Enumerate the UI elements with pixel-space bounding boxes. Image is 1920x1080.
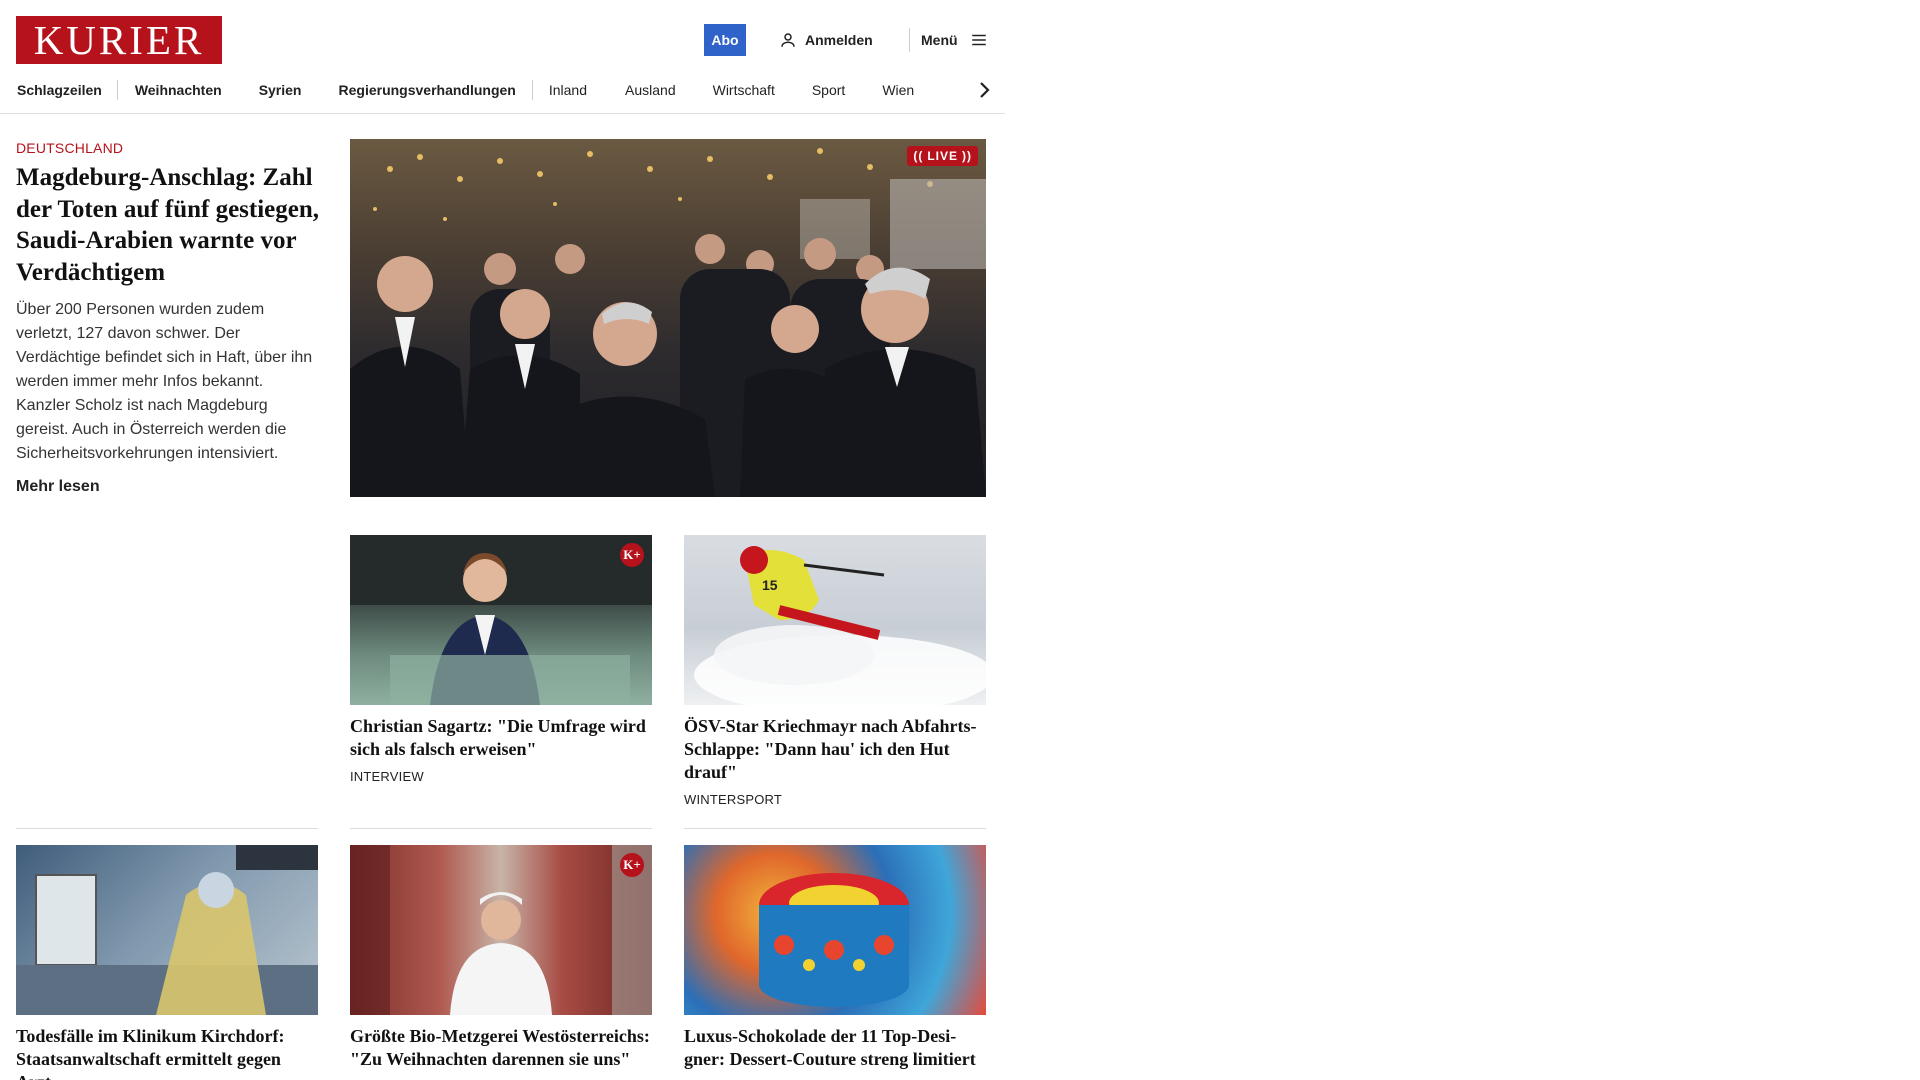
lead-article: DEUTSCHLAND Magdeburg-Anschlag: Zahl der… [16, 140, 321, 496]
lead-photo[interactable]: (( LIVE )) [350, 139, 986, 497]
nav-scroll-right-button[interactable] [966, 74, 1002, 106]
category-nav: Schlagzeilen Weihnachten Syrien Regierun… [0, 74, 1005, 106]
nav-item-inland[interactable]: Inland [549, 74, 587, 106]
row-divider [16, 828, 318, 829]
live-signal-icon: (( [913, 149, 924, 163]
row-divider [684, 828, 986, 829]
article-thumbnail[interactable]: 15 [684, 535, 986, 705]
abo-button[interactable]: Abo [704, 24, 746, 56]
svg-text:15: 15 [762, 577, 778, 593]
lead-kicker[interactable]: DEUTSCHLAND [16, 140, 321, 156]
article-card[interactable]: K+ Größte Bio-Metzgerei Westöster­reichs… [350, 845, 652, 1071]
lead-headline[interactable]: Magdeburg-Anschlag: Zahl der Toten auf f… [16, 162, 321, 288]
article-headline[interactable]: Größte Bio-Metzgerei Westöster­reichs: "… [350, 1025, 652, 1071]
article-card[interactable]: Luxus-Schokolade der 11 Top-Desi­gner: D… [684, 845, 986, 1071]
nav-item-weihnachten[interactable]: Weihnachten [135, 74, 222, 106]
portrait-photo-illustration [350, 535, 652, 705]
login-label: Anmelden [805, 32, 873, 48]
article-category-label[interactable]: INTERVIEW [350, 769, 652, 784]
menu-label: Menü [921, 32, 958, 48]
read-more-link[interactable]: Mehr lesen [16, 478, 100, 496]
article-card[interactable]: Todesfälle im Klinikum Kirchdorf: Staats… [16, 845, 318, 1080]
crowd-photo-illustration [350, 148, 986, 497]
nav-item-syrien[interactable]: Syrien [259, 74, 302, 106]
nav-item-wien[interactable]: Wien [882, 74, 914, 106]
article-headline[interactable]: Luxus-Schokolade der 11 Top-Desi­gner: D… [684, 1025, 986, 1071]
live-badge-label: LIVE [927, 149, 958, 163]
nav-item-wirtschaft[interactable]: Wirtschaft [713, 74, 775, 106]
login-button[interactable]: Anmelden [779, 28, 873, 52]
article-thumbnail[interactable]: K+ [350, 535, 652, 705]
live-badge: (( LIVE )) [907, 146, 978, 166]
article-thumbnail[interactable] [16, 845, 318, 1015]
hospital-photo-illustration [16, 845, 318, 1015]
article-thumbnail[interactable] [684, 845, 986, 1015]
lead-teaser: Über 200 Personen wurden zudem verletzt,… [16, 301, 313, 462]
nav-item-ausland[interactable]: Ausland [625, 74, 676, 106]
user-icon [781, 33, 795, 47]
live-signal-icon: )) [962, 149, 972, 163]
article-thumbnail[interactable]: K+ [350, 845, 652, 1015]
row-divider [350, 828, 652, 829]
kplus-premium-badge: K+ [620, 853, 644, 877]
chocolate-tin-photo-illustration [759, 873, 909, 1007]
article-category-label[interactable]: WINTERSPORT [684, 792, 986, 807]
article-headline[interactable]: Todesfälle im Klinikum Kirchdorf: Staats… [16, 1025, 318, 1080]
menu-button[interactable]: Menü [921, 28, 988, 52]
article-card[interactable]: K+ Christian Sagartz: "Die Umfrage wird … [350, 535, 652, 784]
nav-item-sport[interactable]: Sport [812, 74, 845, 106]
kurier-logo[interactable]: KURIER [16, 16, 222, 64]
nav-item-regierungsverhandlungen[interactable]: Regierungsverhandlungen [339, 74, 516, 106]
nav-divider [531, 80, 533, 100]
kplus-premium-badge: K+ [620, 543, 644, 567]
nav-item-schlagzeilen[interactable]: Schlagzeilen [17, 74, 102, 106]
menu-divider [909, 28, 910, 52]
article-card[interactable]: 15 ÖSV-Star Kriechmayr nach Ab­fahrts-Sc… [684, 535, 986, 807]
site-header: KURIER Abo Anmelden Menü Schlagzeilen We… [0, 0, 1005, 114]
hamburger-icon [971, 34, 986, 46]
butcher-photo-illustration [350, 845, 652, 1015]
article-headline[interactable]: Christian Sagartz: "Die Umfrage wird sic… [350, 715, 652, 761]
nav-divider [116, 80, 118, 100]
article-headline[interactable]: ÖSV-Star Kriechmayr nach Ab­fahrts-Schla… [684, 715, 986, 784]
ski-racer-photo-illustration: 15 [694, 546, 986, 705]
chevron-right-icon [980, 82, 990, 98]
